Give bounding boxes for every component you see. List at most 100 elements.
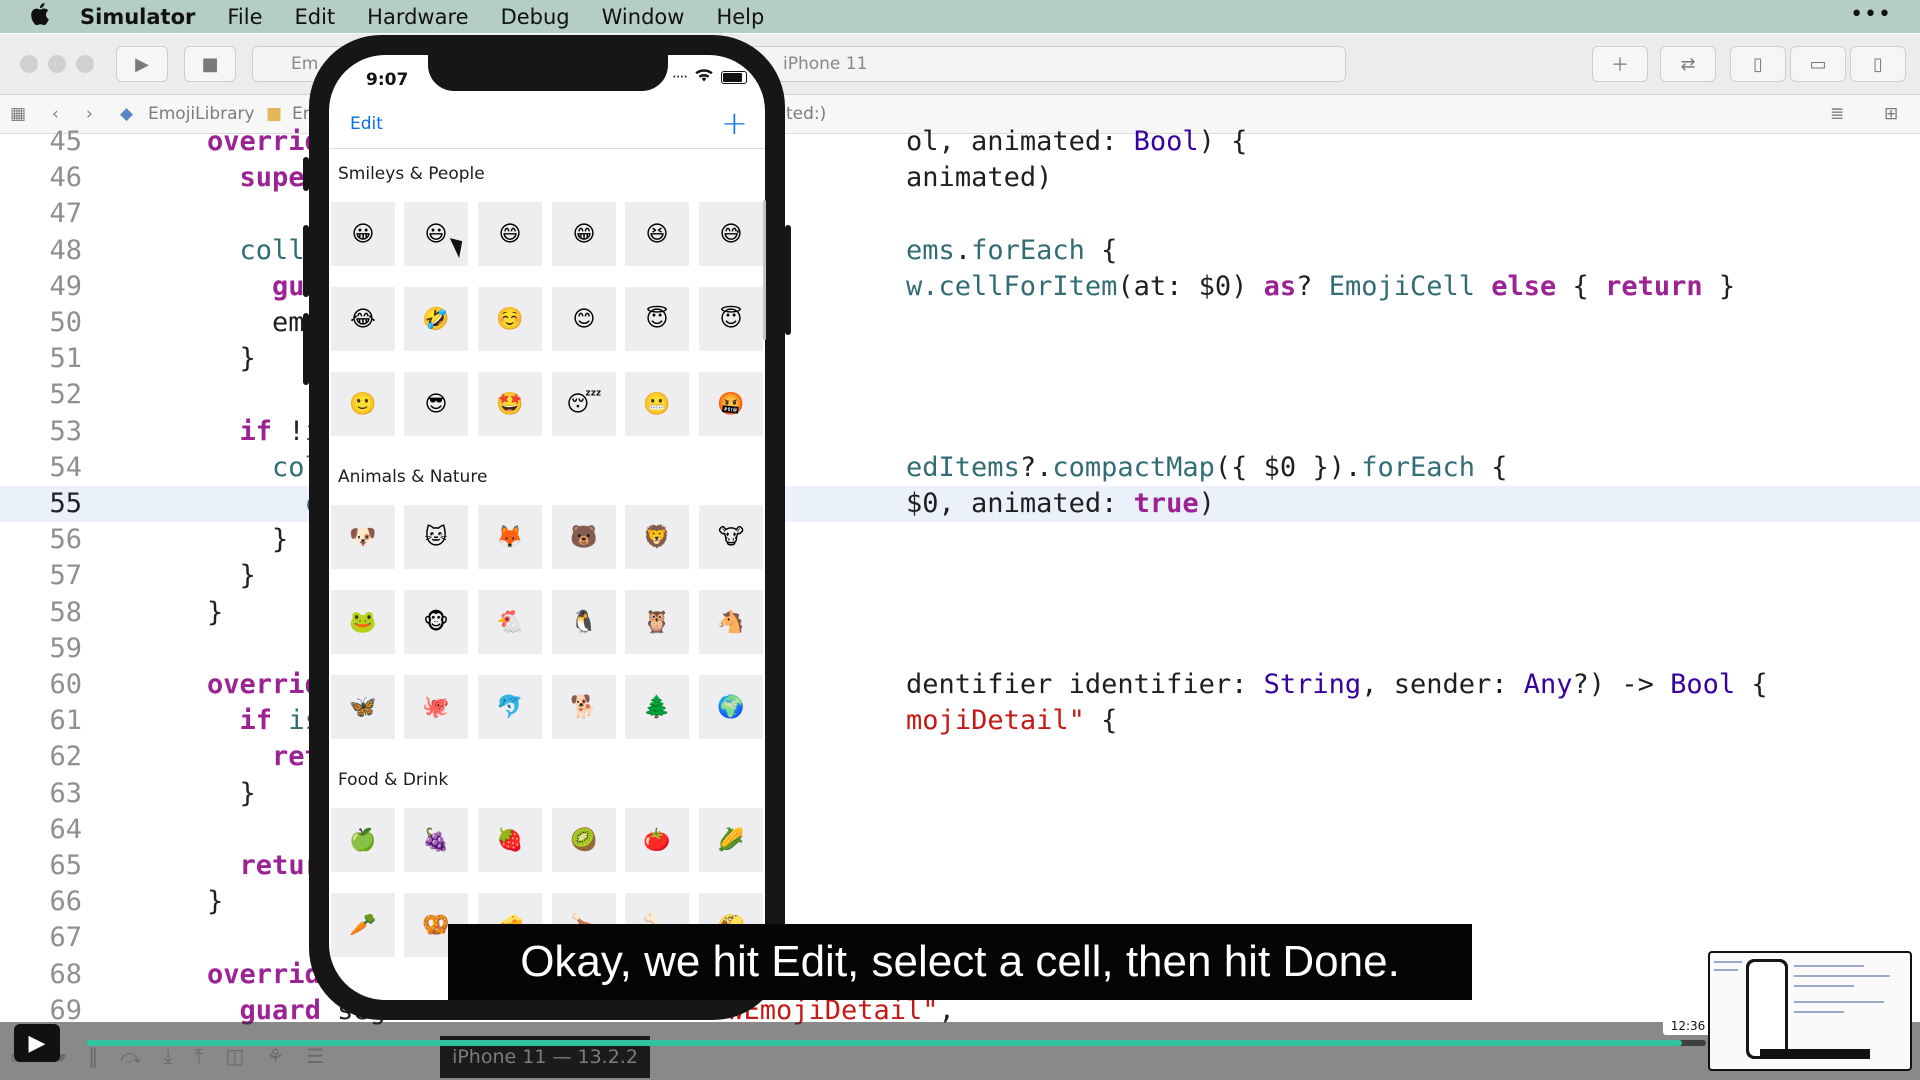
emoji-cell[interactable]: 🍅 — [625, 808, 689, 872]
editor-options-icon[interactable]: ≣ — [1830, 104, 1844, 124]
forward-arrow-icon[interactable]: › — [86, 104, 93, 124]
emoji-cell[interactable]: 😆 — [625, 202, 689, 266]
emoji-cell[interactable]: 🤣 — [404, 287, 468, 351]
menu-help[interactable]: Help — [716, 5, 764, 29]
code-line[interactable]: 60 override f dentifier identifier: Stri… — [0, 667, 1920, 703]
edit-button[interactable]: Edit — [350, 114, 383, 134]
volume-up-button[interactable] — [303, 225, 309, 297]
breadcrumb-method[interactable]: ted:) — [786, 104, 826, 124]
menu-debug[interactable]: Debug — [501, 5, 570, 29]
volume-down-button[interactable] — [303, 313, 309, 385]
close-window-button[interactable] — [20, 55, 38, 73]
back-arrow-icon[interactable]: ‹ — [52, 104, 59, 124]
mute-switch[interactable] — [303, 157, 309, 191]
emoji-cell[interactable]: 🤩 — [478, 372, 542, 436]
emoji-cell[interactable]: 😀 — [331, 202, 395, 266]
menu-hardware[interactable]: Hardware — [367, 5, 468, 29]
code-line[interactable]: 51 } — [0, 341, 1920, 377]
emoji-cell[interactable]: 🐻 — [552, 505, 616, 569]
code-line[interactable]: 47 — [0, 196, 1920, 232]
emoji-cell[interactable]: 😇 — [625, 287, 689, 351]
emoji-cell[interactable]: 🐕 — [552, 675, 616, 739]
code-line[interactable]: 65 return t — [0, 848, 1920, 884]
stop-button[interactable]: ■ — [184, 46, 236, 82]
code-line[interactable]: 52 — [0, 377, 1920, 413]
emoji-cell[interactable]: 🐔 — [478, 590, 542, 654]
menu-window[interactable]: Window — [602, 5, 685, 29]
code-line[interactable]: 63 } — [0, 776, 1920, 812]
code-line[interactable]: 58 } — [0, 595, 1920, 631]
emoji-cell[interactable]: 🥝 — [552, 808, 616, 872]
code-review-button[interactable]: ⇄ — [1660, 46, 1716, 82]
code-line[interactable]: 53 if !isEd — [0, 414, 1920, 450]
code-line[interactable]: 46 super.se animated) — [0, 160, 1920, 196]
video-play-button[interactable]: ▶ — [14, 1024, 60, 1062]
toggle-navigator-button[interactable]: ▯ — [1730, 46, 1786, 82]
emoji-cell[interactable]: 🐶 — [331, 505, 395, 569]
add-button[interactable]: + — [721, 104, 748, 142]
view-debugger-icon[interactable]: ◫ — [225, 1044, 244, 1068]
code-line[interactable]: 56 } — [0, 522, 1920, 558]
code-line[interactable]: 62 return — [0, 739, 1920, 775]
library-button[interactable]: ＋ — [1592, 46, 1648, 82]
emoji-cell[interactable]: 😴 — [552, 372, 616, 436]
emoji-cell[interactable]: 🌲 — [625, 675, 689, 739]
emoji-cell[interactable]: 🦋 — [331, 675, 395, 739]
emoji-cell[interactable]: 🌍 — [699, 675, 763, 739]
emoji-cell[interactable]: 😇 — [699, 287, 763, 351]
emoji-cell[interactable]: 😬 — [625, 372, 689, 436]
emoji-cell[interactable]: 🦉 — [625, 590, 689, 654]
apple-icon[interactable] — [30, 2, 60, 31]
emoji-cell[interactable]: 😅 — [699, 202, 763, 266]
minimize-window-button[interactable] — [48, 55, 66, 73]
emoji-cell[interactable]: 🍇 — [404, 808, 468, 872]
emoji-cell[interactable]: 🐧 — [552, 590, 616, 654]
pause-icon[interactable]: ‖ — [88, 1044, 98, 1068]
code-line[interactable]: 55 coll $0, animated: true) — [0, 486, 1920, 522]
step-out-icon[interactable]: ⤒ — [195, 1044, 204, 1068]
grid-icon[interactable]: ▦ — [10, 104, 26, 124]
emoji-cell[interactable]: 😁 — [552, 202, 616, 266]
scroll-indicator[interactable] — [763, 200, 766, 340]
emoji-cell[interactable]: 🥕 — [331, 893, 395, 957]
code-line[interactable]: 61 if isEdi mojiDetail" { — [0, 703, 1920, 739]
code-line[interactable]: 48 collecti ems.forEach { — [0, 233, 1920, 269]
emoji-cell[interactable]: 😂 — [331, 287, 395, 351]
environment-icon[interactable]: ☰ — [306, 1044, 324, 1068]
emoji-cell[interactable]: 😎 — [404, 372, 468, 436]
code-line[interactable]: 57 } — [0, 558, 1920, 594]
emoji-cell[interactable]: 🦊 — [478, 505, 542, 569]
emoji-cell[interactable]: 🍓 — [478, 808, 542, 872]
emoji-cell[interactable]: 🌽 — [699, 808, 763, 872]
emoji-cell[interactable]: 🍏 — [331, 808, 395, 872]
menu-app-name[interactable]: Simulator — [80, 5, 195, 29]
step-in-icon[interactable]: ⤓ — [164, 1044, 173, 1068]
emoji-cell[interactable]: 🤬 — [699, 372, 763, 436]
emoji-cell[interactable]: 🐵 — [404, 590, 468, 654]
menu-file[interactable]: File — [227, 5, 262, 29]
video-progress-bar[interactable] — [86, 1040, 1706, 1046]
emoji-cell[interactable]: 🐱 — [404, 505, 468, 569]
toggle-inspector-button[interactable]: ▯ — [1850, 46, 1906, 82]
code-line[interactable]: 59 — [0, 631, 1920, 667]
code-line[interactable]: 64 — [0, 812, 1920, 848]
emoji-cell[interactable]: 😊 — [552, 287, 616, 351]
code-line[interactable]: 66 } — [0, 884, 1920, 920]
emoji-cell[interactable]: ☺️ — [478, 287, 542, 351]
more-icon[interactable]: ••• — [1850, 2, 1892, 27]
code-line[interactable]: 49 guard w.cellForItem(at: $0) as? Emoji… — [0, 269, 1920, 305]
emoji-cell[interactable]: 🐬 — [478, 675, 542, 739]
code-editor[interactable]: 45 override f ol, animated: Bool) {46 su… — [0, 126, 1920, 1034]
video-preview-thumbnail[interactable] — [1708, 951, 1912, 1071]
add-editor-icon[interactable]: ⊞ — [1884, 104, 1898, 124]
code-line[interactable]: 54 collec edItems?.compactMap({ $0 }).fo… — [0, 450, 1920, 486]
emoji-cell[interactable]: 😄 — [478, 202, 542, 266]
emoji-cell[interactable]: 🐸 — [331, 590, 395, 654]
step-over-icon[interactable]: ⤼ — [120, 1044, 141, 1068]
breadcrumb-project[interactable]: EmojiLibrary — [148, 104, 255, 124]
code-line[interactable]: 50 emojiC — [0, 305, 1920, 341]
side-button[interactable] — [785, 225, 791, 335]
emoji-cell[interactable]: 🐮 — [699, 505, 763, 569]
menu-edit[interactable]: Edit — [295, 5, 336, 29]
code-line[interactable]: 45 override f ol, animated: Bool) { — [0, 124, 1920, 160]
